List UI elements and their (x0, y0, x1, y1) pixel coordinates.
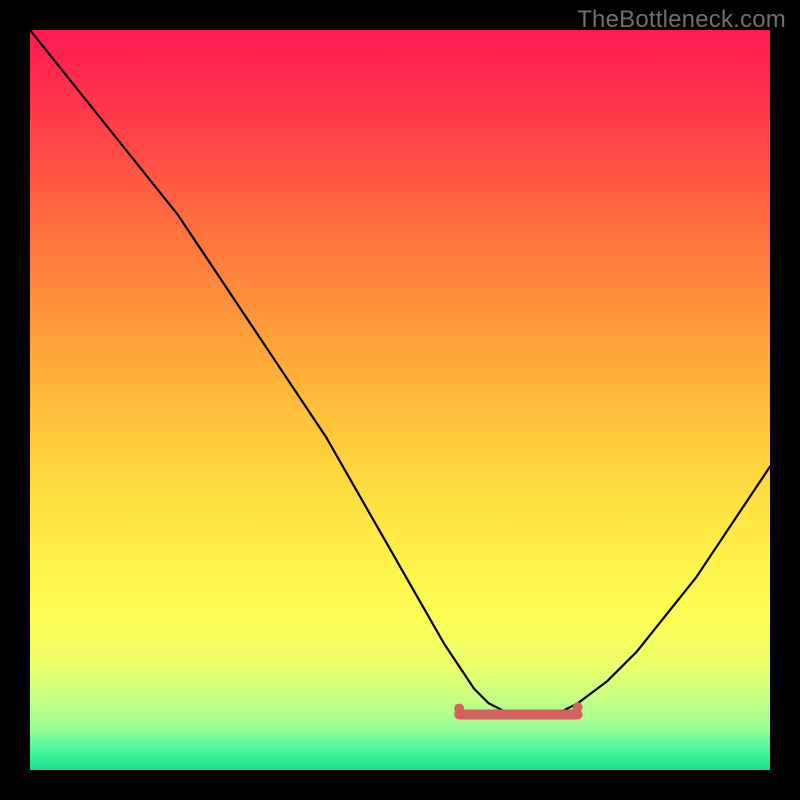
curve-layer (30, 30, 770, 770)
chart-frame: TheBottleneck.com (0, 0, 800, 800)
marker-bar-start (454, 704, 464, 714)
bottleneck-curve (30, 30, 770, 715)
plot-area (30, 30, 770, 770)
marker-bar-end (573, 702, 583, 712)
